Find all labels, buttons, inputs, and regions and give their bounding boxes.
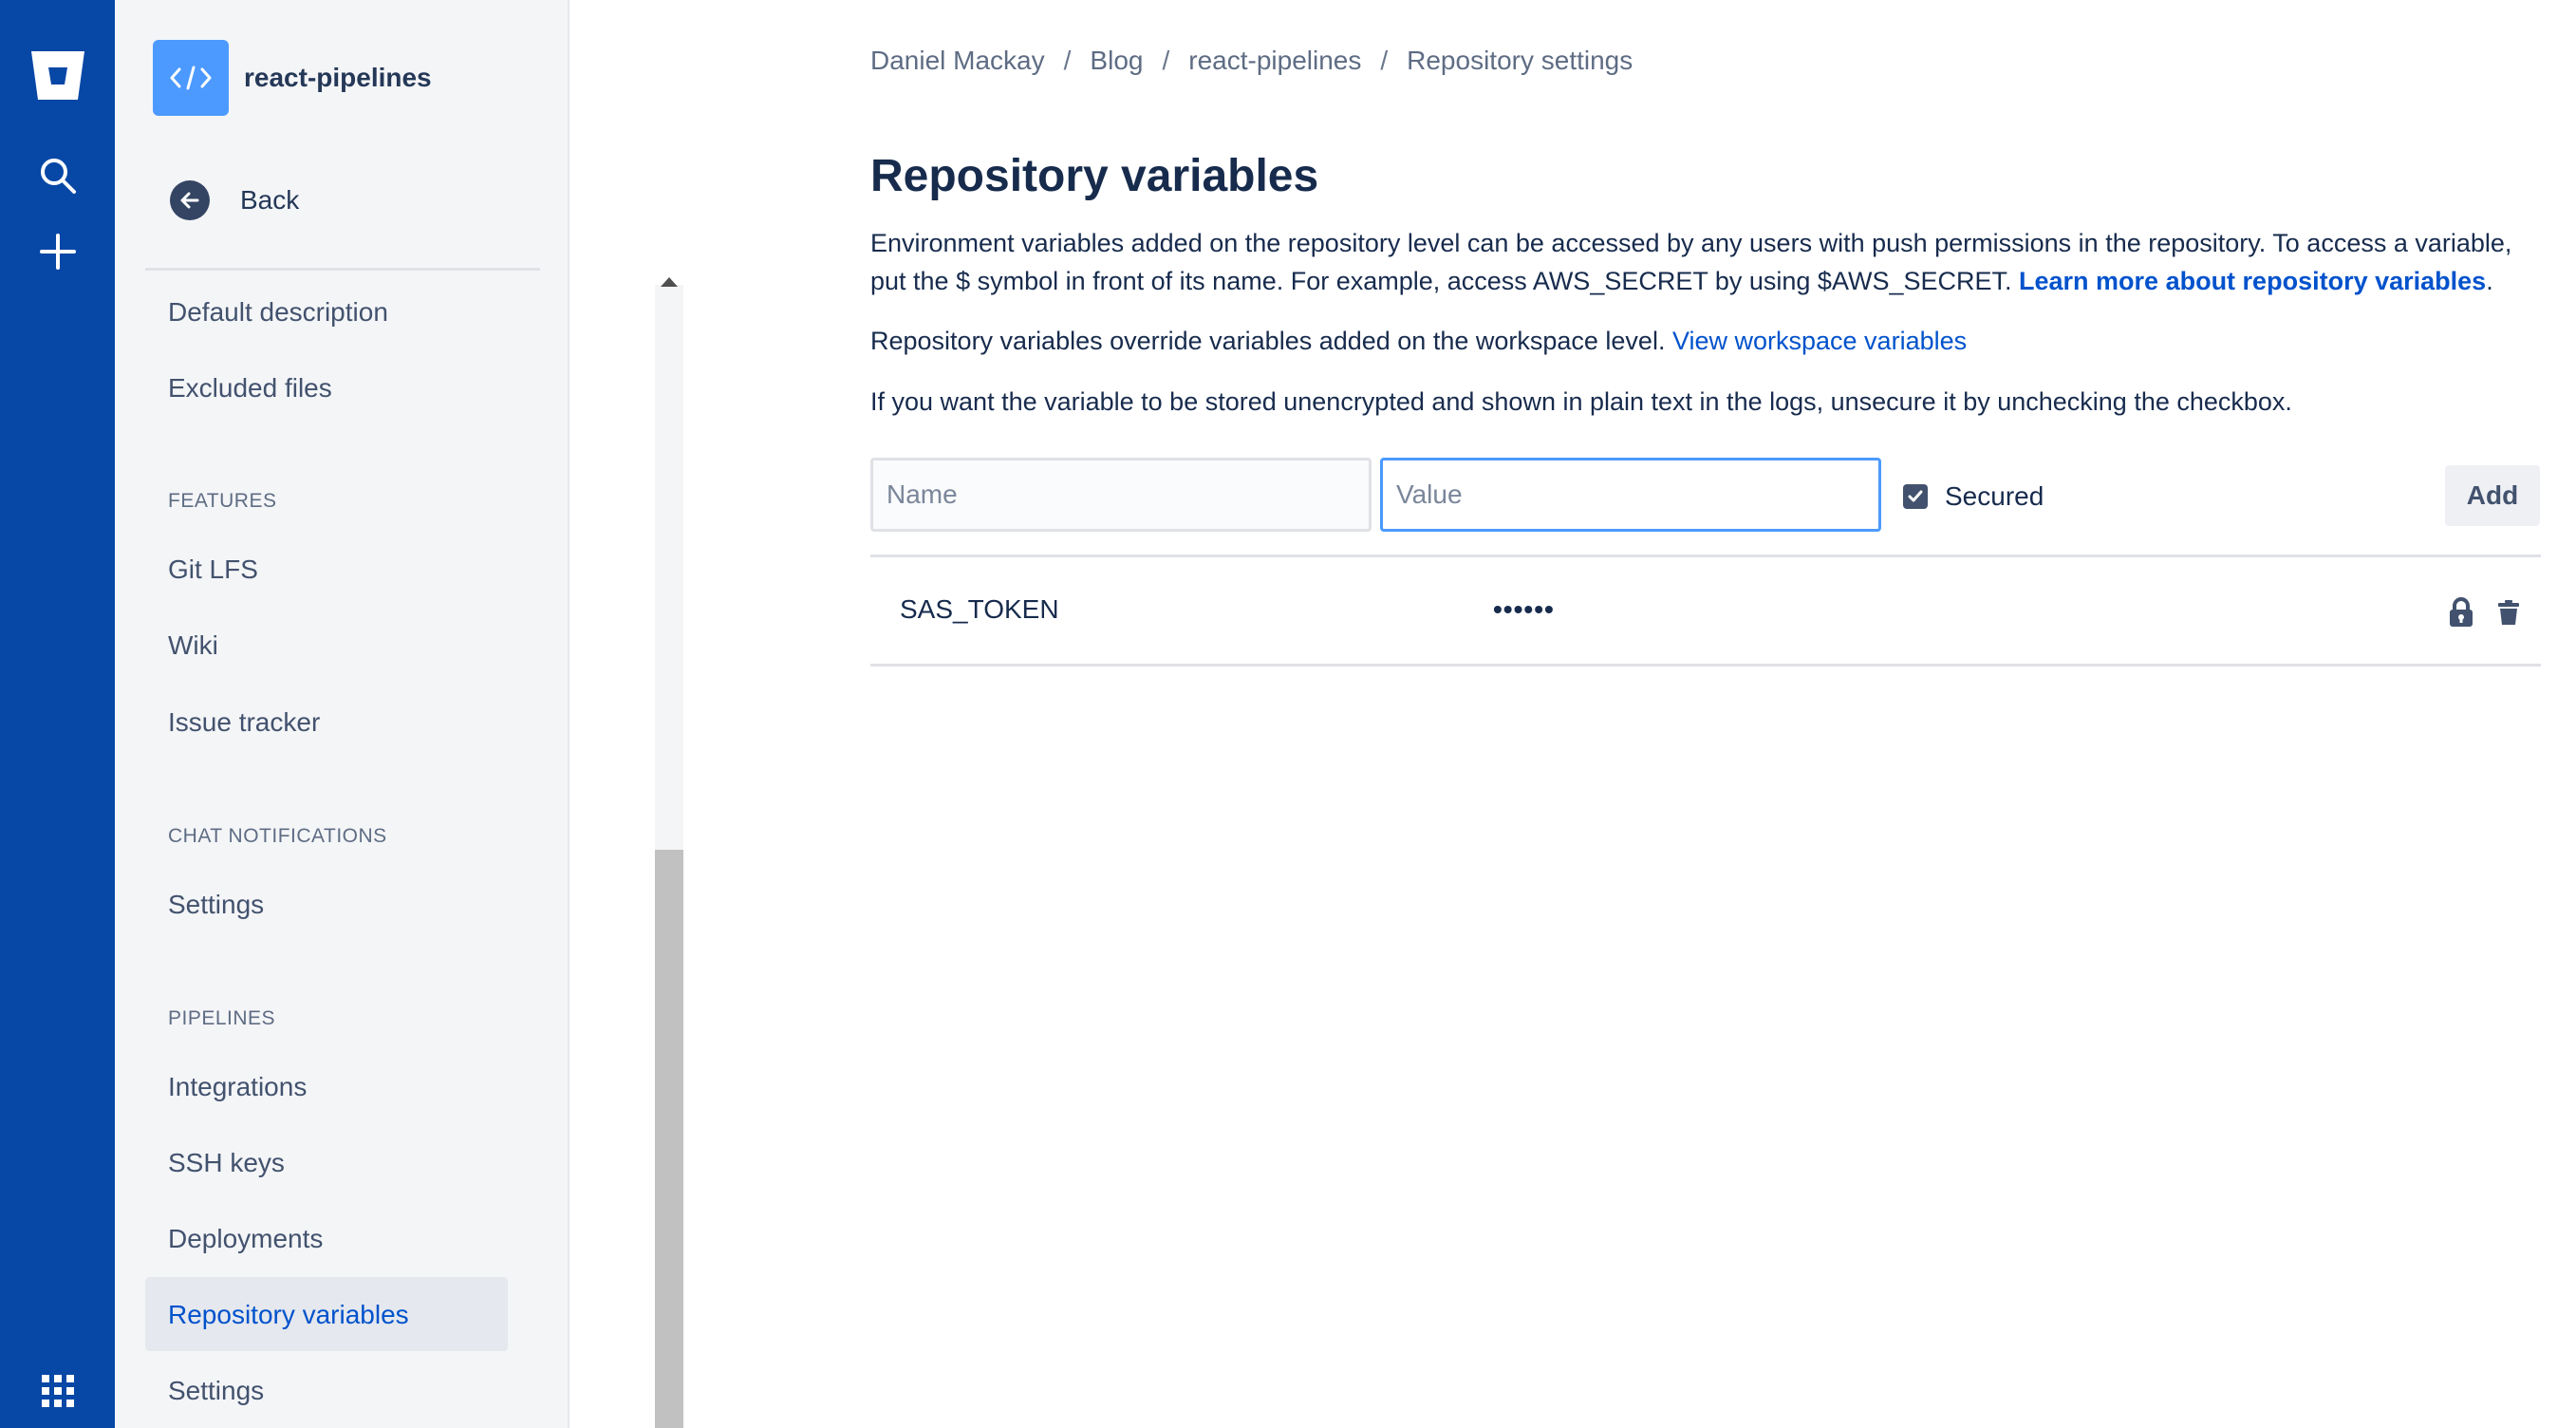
variable-name: SAS_TOKEN [900,594,1059,624]
breadcrumb-item-repo[interactable]: react-pipelines [1188,46,1361,76]
repo-header[interactable]: react-pipelines [153,40,432,116]
sidebar-scrollbar-thumb[interactable] [655,850,683,1428]
sidebar-item-deployments[interactable]: Deployments [168,1220,323,1258]
sidebar-edge [568,0,569,1428]
breadcrumb-separator: / [1162,46,1170,75]
sidebar-item-issue-tracker[interactable]: Issue tracker [168,704,320,742]
variable-name-input[interactable] [870,458,1372,532]
sidebar-item-default-description[interactable]: Default description [168,293,388,331]
code-icon [153,40,229,116]
repo-name: react-pipelines [244,63,432,92]
breadcrumb-item-settings[interactable]: Repository settings [1407,46,1633,76]
sidebar-item-chat-settings[interactable]: Settings [168,886,264,924]
breadcrumb: Daniel Mackay / Blog / react-pipelines /… [870,46,1633,76]
variable-value-masked: •••••• [1493,594,1555,624]
sidebar-item-pipelines-settings[interactable]: Settings [168,1372,264,1410]
sidebar-item-integrations[interactable]: Integrations [168,1068,307,1106]
sidebar-group-chat-notifications: CHAT NOTIFICATIONS [168,825,387,847]
secured-label: Secured [1945,481,2044,511]
scroll-up-arrow-icon[interactable] [661,277,678,287]
bitbucket-logo-icon[interactable] [0,42,115,110]
breadcrumb-item-project[interactable]: Blog [1090,46,1143,76]
app-switcher-icon[interactable] [0,1367,115,1415]
sidebar-item-ssh-keys[interactable]: SSH keys [168,1144,285,1182]
view-workspace-variables-link[interactable]: View workspace variables [1672,327,1967,355]
global-nav [0,0,115,1428]
breadcrumb-item-workspace[interactable]: Daniel Mackay [870,46,1045,76]
plus-icon[interactable] [0,228,115,275]
sidebar-item-repository-variables[interactable]: Repository variables [168,1296,409,1334]
container-sidebar: react-pipelines Back Default description… [115,0,683,1428]
back-label: Back [240,185,300,215]
back-button[interactable]: Back [170,177,299,224]
sidebar-item-wiki[interactable]: Wiki [168,627,218,665]
table-divider-bottom [870,664,2541,667]
breadcrumb-separator: / [1380,46,1389,75]
override-text: Repository variables override variables … [870,327,1666,355]
lock-icon[interactable] [2445,594,2477,630]
sidebar-divider [145,268,540,271]
add-variable-button[interactable]: Add [2445,465,2540,526]
description-paragraph: Environment variables added on the repos… [870,224,2541,300]
sidebar-group-pipelines: PIPELINES [168,1007,276,1029]
variable-value-input[interactable] [1380,458,1881,532]
table-divider-top [870,554,2541,557]
secured-checkbox[interactable] [1903,484,1928,509]
search-icon[interactable] [0,152,115,199]
breadcrumb-separator: / [1063,46,1072,75]
override-paragraph: Repository variables override variables … [870,322,2541,360]
description-period: . [2486,267,2493,295]
secured-checkbox-row[interactable]: Secured [1903,479,2044,514]
sidebar-item-excluded-files[interactable]: Excluded files [168,369,332,407]
unsecure-paragraph: If you want the variable to be stored un… [870,387,2292,416]
sidebar-group-features: FEATURES [168,490,277,512]
sidebar-item-git-lfs[interactable]: Git LFS [168,551,258,589]
page-title: Repository variables [870,151,1319,201]
arrow-left-icon [170,180,210,220]
learn-more-link[interactable]: Learn more about repository variables [2019,267,2486,295]
trash-icon[interactable] [2492,594,2525,630]
